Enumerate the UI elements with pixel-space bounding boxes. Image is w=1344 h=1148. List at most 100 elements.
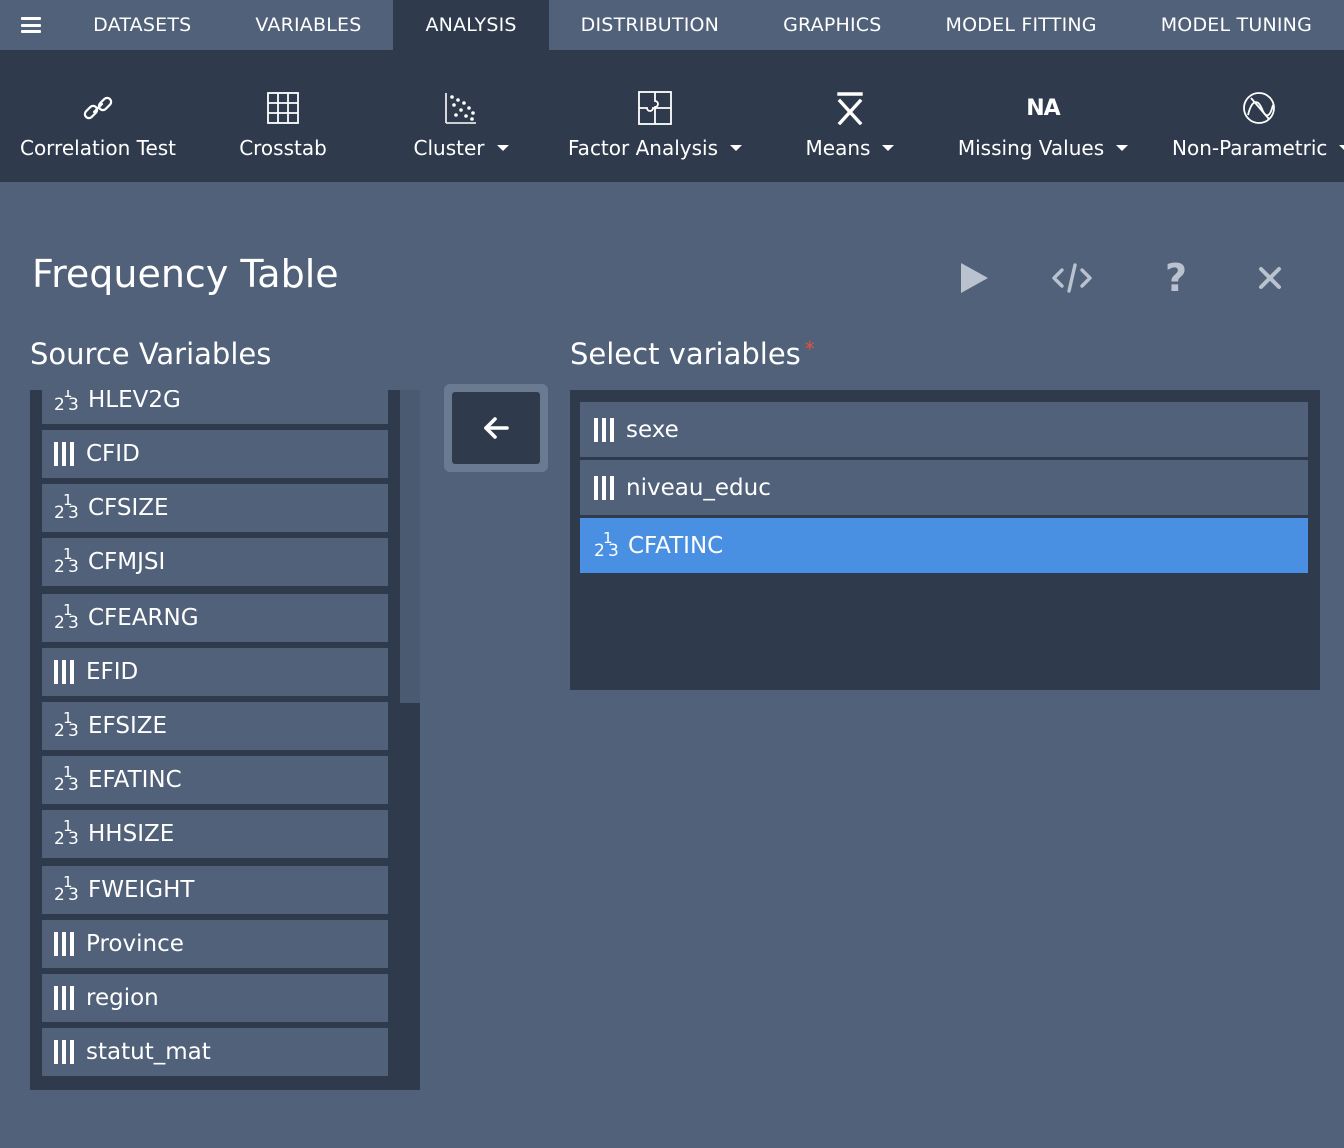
numeric-type-icon: 213 [54, 709, 79, 741]
dialog-title: Frequency Table [32, 252, 339, 296]
na-icon-text: NA [1026, 95, 1060, 121]
scatter-cluster-icon [444, 88, 478, 128]
cluster-label: Cluster [413, 136, 485, 160]
grid-icon [267, 88, 299, 128]
numeric-type-icon: 213 [54, 763, 79, 795]
help-button[interactable]: ? [1154, 258, 1198, 298]
tab-variables[interactable]: VARIABLES [223, 0, 393, 50]
numeric-type-icon: 213 [54, 491, 79, 523]
correlation-test-button[interactable]: Correlation Test [20, 50, 176, 182]
source-variables-list[interactable]: statut_mat region Province 2 1 3 FWEIGHT 2 1 3 HHS… [30, 390, 420, 1090]
select-variables-label: Select variables * [570, 337, 815, 371]
x-bar-icon [837, 88, 863, 128]
selected-variable-item-active[interactable]: 2 1 3 CFATINC [580, 518, 1308, 573]
nominal-type-icon [54, 1040, 78, 1064]
select-variables-text: Select variables [570, 337, 801, 371]
nominal-type-icon [594, 475, 618, 500]
variable-name: HLEV2G [88, 390, 181, 413]
variable-name: niveau_educ [626, 474, 771, 501]
means-label: Means [805, 136, 871, 160]
numeric-type-icon: 213 [54, 873, 79, 905]
tab-model-fitting[interactable]: MODEL FITTING [914, 0, 1129, 50]
source-variable-item[interactable]: Province [42, 920, 388, 968]
chevron-down-icon [1116, 145, 1129, 151]
nominal-type-icon [594, 417, 618, 442]
variable-name: CFID [86, 441, 140, 467]
nominal-type-icon [54, 442, 78, 466]
non-parametric-icon [1242, 88, 1276, 128]
arrow-left-icon [484, 417, 509, 439]
source-variable-item[interactable]: 2 1 3 EFATINC [42, 756, 388, 804]
tab-analysis[interactable]: ANALYSIS [393, 0, 549, 50]
source-variable-item[interactable]: EFID [42, 648, 388, 696]
move-variable-button[interactable] [452, 392, 540, 464]
nominal-type-icon [54, 986, 78, 1010]
variable-name: CFATINC [628, 532, 724, 559]
missing-values-label: Missing Values [957, 136, 1105, 160]
variable-name: Province [86, 931, 184, 957]
variable-name: EFATINC [88, 767, 182, 793]
numeric-type-icon: 213 [594, 528, 619, 561]
variable-name: EFSIZE [88, 713, 168, 739]
nominal-type-icon [54, 660, 78, 684]
link-icon [81, 88, 115, 128]
chevron-down-icon [730, 145, 742, 151]
correlation-test-label: Correlation Test [19, 136, 177, 160]
cluster-dropdown[interactable]: Cluster [413, 50, 509, 182]
nominal-type-icon [54, 932, 78, 956]
menu-icon[interactable] [0, 0, 61, 50]
variable-name: CFEARNG [88, 605, 199, 631]
variable-name: CFSIZE [88, 495, 169, 521]
code-icon [1052, 263, 1092, 293]
na-icon: NA [1026, 88, 1060, 128]
top-nav: DATASETS VARIABLES ANALYSIS DISTRIBUTION… [0, 0, 1344, 50]
numeric-type-icon: 213 [54, 545, 79, 577]
chevron-down-icon [496, 145, 509, 151]
source-variable-item[interactable]: 2 1 3 EFSIZE [42, 702, 388, 750]
selected-variables-list[interactable]: sexe niveau_educ 2 1 3 CFATINC [570, 390, 1320, 690]
means-dropdown[interactable]: Means [805, 50, 895, 182]
source-variable-item[interactable]: 2 1 3 CFEARNG [42, 594, 388, 642]
play-icon [961, 263, 988, 293]
selected-variable-item[interactable]: niveau_educ [580, 460, 1308, 515]
numeric-type-icon: 213 [54, 601, 79, 633]
source-variables-label: Source Variables [30, 337, 272, 371]
variable-name: FWEIGHT [88, 877, 195, 903]
run-button[interactable] [952, 258, 996, 298]
scrollbar-thumb[interactable] [400, 390, 420, 703]
crosstab-label: Crosstab [239, 136, 327, 160]
numeric-type-icon: 213 [54, 390, 79, 415]
factor-analysis-label: Factor Analysis [568, 136, 718, 160]
source-variable-item[interactable]: 2 1 3 FWEIGHT [42, 866, 388, 914]
non-parametric-dropdown[interactable]: Non-Parametric [1172, 50, 1344, 182]
variable-name: statut_mat [86, 1039, 211, 1065]
source-variable-item[interactable]: CFID [42, 430, 388, 478]
non-parametric-label: Non-Parametric [1172, 136, 1328, 160]
source-variable-item[interactable]: 2 1 3 CFMJSI [42, 538, 388, 586]
missing-values-dropdown[interactable]: NA Missing Values [957, 50, 1129, 182]
factor-analysis-dropdown[interactable]: Factor Analysis [568, 50, 742, 182]
variable-name: region [86, 985, 159, 1011]
chevron-down-icon [1339, 145, 1344, 151]
source-variable-item[interactable]: 2 1 3 HHSIZE [42, 810, 388, 858]
close-icon [1259, 267, 1281, 289]
tab-model-tuning[interactable]: MODEL TUNING [1129, 0, 1344, 50]
source-variable-item[interactable]: region [42, 974, 388, 1022]
tab-datasets[interactable]: DATASETS [61, 0, 223, 50]
tab-graphics[interactable]: GRAPHICS [751, 0, 913, 50]
variable-name: sexe [626, 416, 679, 443]
close-button[interactable] [1248, 258, 1292, 298]
analysis-toolbar: Correlation Test Crosstab Cluster Factor… [0, 50, 1344, 182]
source-variable-item[interactable]: 2 1 3 CFSIZE [42, 484, 388, 532]
source-variable-item[interactable]: 2 1 3 HLEV2G [42, 390, 388, 424]
puzzle-icon [638, 88, 672, 128]
tab-distribution[interactable]: DISTRIBUTION [549, 0, 751, 50]
source-variable-item[interactable]: statut_mat [42, 1028, 388, 1076]
chevron-down-icon [882, 145, 895, 151]
variable-name: CFMJSI [88, 549, 166, 575]
variable-name: HHSIZE [88, 821, 175, 847]
crosstab-button[interactable]: Crosstab [239, 50, 327, 182]
selected-variable-item[interactable]: sexe [580, 402, 1308, 457]
numeric-type-icon: 213 [54, 817, 79, 849]
code-button[interactable] [1050, 258, 1094, 298]
